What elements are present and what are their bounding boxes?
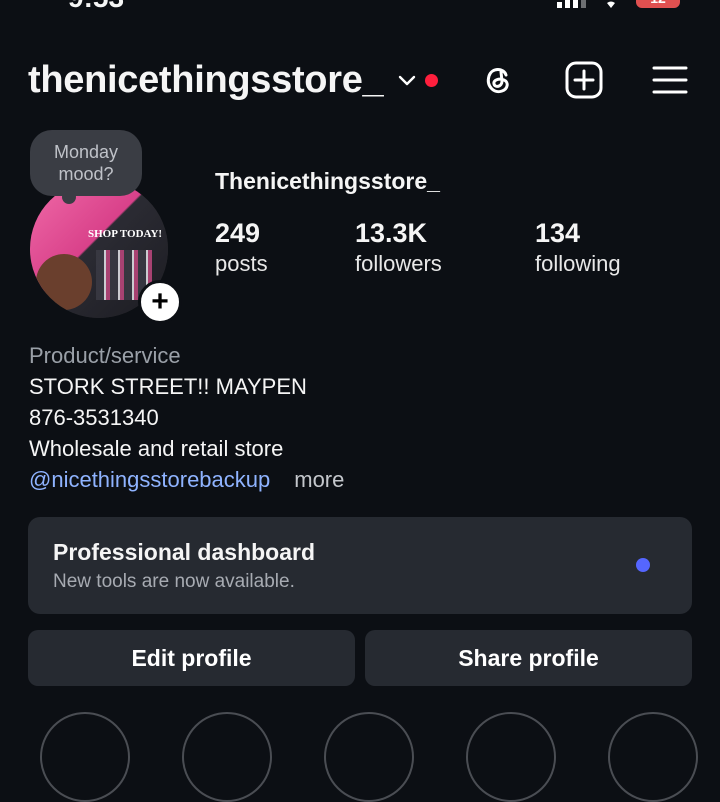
signal-icon — [557, 0, 586, 8]
status-icons: 12 — [557, 0, 680, 8]
stat-value: 134 — [535, 218, 581, 248]
status-time: 9:53 — [68, 0, 124, 14]
highlight-item[interactable] — [40, 712, 130, 802]
stat-followers[interactable]: 13.3K followers — [355, 217, 535, 279]
profile-actions: Edit profile Share profile — [28, 630, 692, 686]
note-bubble[interactable]: Monday mood? — [30, 130, 142, 204]
status-bar: 9:53 12 — [0, 0, 720, 14]
menu-icon[interactable] — [650, 60, 690, 100]
wifi-icon — [607, 1, 615, 8]
story-highlights — [0, 712, 720, 802]
profile-header: thenicethingsstore_ — [28, 52, 690, 108]
highlight-item[interactable] — [324, 712, 414, 802]
stat-label: following — [535, 251, 621, 276]
bio-category: Product/service — [29, 343, 181, 368]
avatar-text: SHOP TODAY! — [88, 228, 163, 240]
notification-dot — [425, 73, 439, 87]
threads-icon[interactable] — [478, 60, 518, 100]
highlight-item[interactable] — [466, 712, 556, 802]
dashboard-subtitle: New tools are now available. — [53, 571, 295, 592]
chevron-down-icon[interactable] — [397, 70, 417, 90]
stat-label: followers — [355, 251, 442, 276]
add-story-icon[interactable]: + — [138, 280, 182, 324]
account-switcher-username[interactable]: thenicethingsstore_ — [28, 59, 384, 102]
professional-dashboard-card[interactable]: Professional dashboard New tools are now… — [28, 517, 692, 614]
profile-bio: Product/service STORK STREET!! MAYPEN 87… — [29, 340, 344, 495]
bio-more-link[interactable]: more — [294, 467, 344, 492]
profile-stats: 249 posts 13.3K followers 134 following — [215, 217, 675, 279]
stat-following[interactable]: 134 following — [535, 217, 675, 279]
stat-label: posts — [215, 251, 268, 276]
battery-indicator: 12 — [636, 0, 680, 8]
share-profile-button[interactable]: Share profile — [365, 630, 692, 686]
bio-mention-link[interactable]: @nicethingsstorebackup — [29, 467, 270, 492]
stat-value: 249 — [215, 218, 261, 248]
stat-value: 13.3K — [355, 218, 428, 248]
highlight-item[interactable] — [608, 712, 698, 802]
create-post-icon[interactable] — [564, 60, 604, 100]
bio-line: Wholesale and retail store — [29, 436, 284, 461]
profile-avatar[interactable]: SHOP TODAY! + — [30, 180, 182, 324]
new-indicator-dot — [636, 558, 650, 572]
display-name: Thenicethingsstore_ — [215, 168, 440, 194]
stat-posts[interactable]: 249 posts — [215, 217, 355, 279]
bio-line: STORK STREET!! MAYPEN — [29, 374, 307, 399]
edit-profile-button[interactable]: Edit profile — [28, 630, 355, 686]
highlight-item[interactable] — [182, 712, 272, 802]
dashboard-title: Professional dashboard — [53, 539, 316, 565]
bio-line: 876-3531340 — [29, 405, 159, 430]
